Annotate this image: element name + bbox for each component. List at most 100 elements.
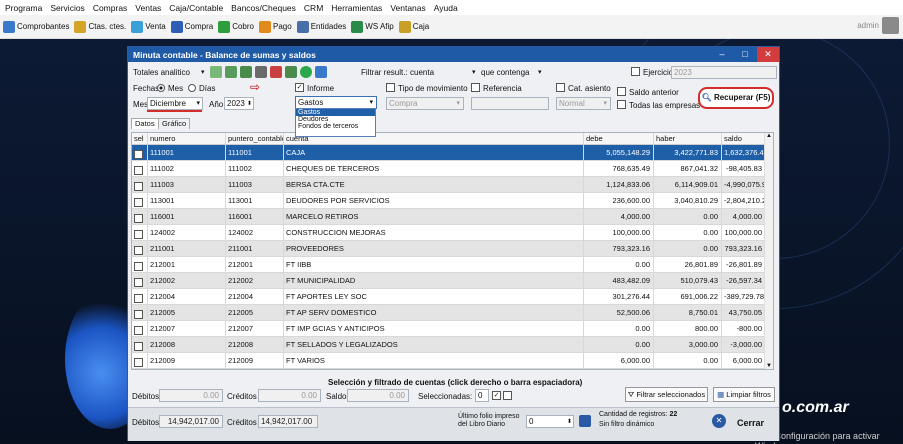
column-header[interactable]: debe bbox=[584, 133, 654, 144]
table-row[interactable]: 212002 212002 FT MUNICIPALIDAD 483,482.09 51… bbox=[132, 273, 773, 289]
table-row[interactable]: 212007 212007 FT IMP GCIAS Y ANTICIPOS 0.00… bbox=[132, 321, 773, 337]
menu-item[interactable]: Herramientas bbox=[331, 3, 382, 13]
tab-grafico[interactable]: Gráfico bbox=[158, 118, 191, 129]
row-checkbox[interactable] bbox=[134, 294, 143, 304]
row-checkbox[interactable] bbox=[134, 358, 143, 368]
menu-item[interactable]: Ventas bbox=[135, 3, 161, 13]
row-checkbox[interactable] bbox=[134, 150, 143, 160]
todas-empresas-checkbox[interactable] bbox=[617, 100, 626, 110]
chevron-down-icon[interactable]: ▾ bbox=[472, 68, 476, 76]
row-checkbox[interactable] bbox=[134, 246, 143, 256]
menu-item[interactable]: Bancos/Cheques bbox=[231, 3, 296, 13]
menu-item[interactable]: Ayuda bbox=[434, 3, 458, 13]
cat-asiento-checkbox[interactable] bbox=[556, 83, 565, 93]
dias-radio[interactable] bbox=[188, 83, 196, 92]
dropdown-option[interactable]: Deudores bbox=[296, 116, 375, 123]
pdf-icon[interactable] bbox=[270, 66, 282, 78]
column-header[interactable]: numero bbox=[148, 133, 226, 144]
printer-icon[interactable] bbox=[255, 66, 267, 78]
toolbar-button[interactable]: Pago bbox=[259, 20, 292, 33]
toolbar-button[interactable]: Compra bbox=[170, 20, 213, 33]
saldo-anterior-checkbox[interactable] bbox=[617, 87, 626, 97]
close-icon[interactable]: ✕ bbox=[757, 47, 779, 62]
toolbar-button[interactable]: Caja bbox=[398, 20, 429, 33]
folio-field[interactable]: 0 ⬍ bbox=[526, 415, 574, 428]
toolbar-button[interactable]: WS Afip bbox=[351, 20, 394, 33]
referencia-checkbox[interactable] bbox=[471, 83, 480, 93]
row-checkbox[interactable] bbox=[134, 230, 143, 240]
filtrar-seleccionados-button[interactable]: ⛛ Filtrar seleccionados bbox=[625, 387, 708, 402]
cerrar-button[interactable]: Cerrar bbox=[737, 418, 764, 428]
column-header[interactable]: saldo bbox=[722, 133, 766, 144]
filtrar-op-select[interactable]: que contenga bbox=[481, 68, 530, 77]
mes-radio[interactable] bbox=[157, 83, 165, 92]
chevron-down-icon[interactable]: ▾ bbox=[538, 68, 542, 76]
print-icon[interactable] bbox=[225, 66, 237, 78]
sheet-icon[interactable] bbox=[240, 66, 252, 78]
table-row[interactable]: 212009 212009 FT VARIOS 6,000.00 0.00 6,000.0… bbox=[132, 353, 773, 369]
save-icon[interactable] bbox=[579, 415, 591, 427]
table-row[interactable]: 111003 111003 BERSA CTA.CTE 1,124,833.06 6,1… bbox=[132, 177, 773, 193]
column-header[interactable]: sel bbox=[132, 133, 148, 144]
table-row[interactable]: 124002 124002 CONSTRUCCION MEJORAS 100,000.… bbox=[132, 225, 773, 241]
export-excel-icon[interactable] bbox=[210, 66, 222, 78]
limpiar-filtros-button[interactable]: ▦ Limpiar filtros bbox=[713, 387, 775, 402]
minimize-icon[interactable]: – bbox=[711, 47, 733, 62]
close-circle-icon[interactable]: ✕ bbox=[712, 414, 726, 428]
filtrar-field-select[interactable]: cuenta bbox=[410, 68, 434, 77]
table-row[interactable]: 111001 111001 CAJA 5,055,148.29 3,422,771.83… bbox=[132, 145, 773, 161]
excel-icon[interactable] bbox=[285, 66, 297, 78]
row-checkbox[interactable] bbox=[134, 342, 143, 352]
menu-item[interactable]: Caja/Contable bbox=[169, 3, 223, 13]
menu-item[interactable]: Ventanas bbox=[390, 3, 425, 13]
table-row[interactable]: 211001 211001 PROVEEDORES 793,323.16 0.00 793… bbox=[132, 241, 773, 257]
username[interactable]: admin bbox=[857, 21, 879, 30]
seleccionadas-checkbox-2[interactable] bbox=[503, 391, 512, 401]
recuperar-button[interactable]: 🔍︎ Recuperar (F5) bbox=[698, 87, 774, 109]
dropdown-option[interactable]: Fondos de terceros bbox=[296, 123, 375, 130]
tipo-mov-checkbox[interactable] bbox=[386, 83, 395, 93]
column-header[interactable]: puntero_contable bbox=[226, 133, 284, 144]
chevron-down-icon[interactable]: ▾ bbox=[201, 68, 205, 76]
row-checkbox[interactable] bbox=[134, 326, 143, 336]
cat-asiento-select[interactable]: Normal ▾ bbox=[556, 97, 611, 110]
table-row[interactable]: 411001411001HONORARIOS0.001,400.00-1,400… bbox=[132, 369, 773, 370]
whatsapp-icon[interactable] bbox=[300, 66, 312, 78]
menu-item[interactable]: Programa bbox=[5, 3, 42, 13]
row-checkbox[interactable] bbox=[134, 182, 143, 192]
avatar[interactable] bbox=[882, 17, 899, 34]
row-checkbox[interactable] bbox=[134, 310, 143, 320]
vertical-scrollbar[interactable]: ▲ ▼ bbox=[764, 133, 773, 369]
tab-datos[interactable]: Datos bbox=[131, 118, 159, 129]
table-row[interactable]: 212004 212004 FT APORTES LEY SOC 301,276.44… bbox=[132, 289, 773, 305]
row-checkbox[interactable] bbox=[134, 166, 143, 176]
toolbar-button[interactable]: Comprobantes bbox=[3, 20, 69, 33]
menu-item[interactable]: Servicios bbox=[50, 3, 84, 13]
dropdown-option[interactable]: Gastos bbox=[296, 109, 375, 116]
email-icon[interactable] bbox=[315, 66, 327, 78]
spinner-icon[interactable]: ⬍ bbox=[567, 416, 572, 427]
row-checkbox[interactable] bbox=[134, 262, 143, 272]
scroll-down-icon[interactable]: ▼ bbox=[766, 363, 772, 369]
toolbar-button[interactable]: Venta bbox=[131, 20, 166, 33]
ejercicio-checkbox[interactable] bbox=[631, 67, 640, 77]
tipo-mov-select[interactable]: Compra ▾ bbox=[386, 97, 464, 110]
table-row[interactable]: 212001 212001 FT IIBB 0.00 26,801.89 -26,801.… bbox=[132, 257, 773, 273]
row-checkbox[interactable] bbox=[134, 214, 143, 224]
seleccionadas-checkbox[interactable]: ✓ bbox=[492, 391, 501, 401]
table-row[interactable]: 113001 113001 DEUDORES POR SERVICIOS 236,60… bbox=[132, 193, 773, 209]
table-row[interactable]: 116001 116001 MARCELO RETIROS 4,000.00 0.00 4… bbox=[132, 209, 773, 225]
table-row[interactable]: 111002 111002 CHEQUES DE TERCEROS 768,635.4… bbox=[132, 161, 773, 177]
menu-item[interactable]: CRM bbox=[304, 3, 323, 13]
mes-select[interactable]: Diciembre ▾ bbox=[147, 97, 203, 110]
scroll-up-icon[interactable]: ▲ bbox=[766, 133, 772, 139]
column-header[interactable]: haber bbox=[654, 133, 722, 144]
ejercicio-select[interactable]: 2023 bbox=[671, 66, 777, 79]
table-row[interactable]: 212008 212008 FT SELLADOS Y LEGALIZADOS 0.0… bbox=[132, 337, 773, 353]
table-row[interactable]: 212005 212005 FT AP SERV DOMESTICO 52,500.0… bbox=[132, 305, 773, 321]
row-checkbox[interactable] bbox=[134, 278, 143, 288]
row-checkbox[interactable] bbox=[134, 198, 143, 208]
toolbar-button[interactable]: Ctas. ctes. bbox=[74, 20, 126, 33]
toolbar-button[interactable]: Cobro bbox=[218, 20, 254, 33]
maximize-icon[interactable]: □ bbox=[734, 47, 756, 62]
